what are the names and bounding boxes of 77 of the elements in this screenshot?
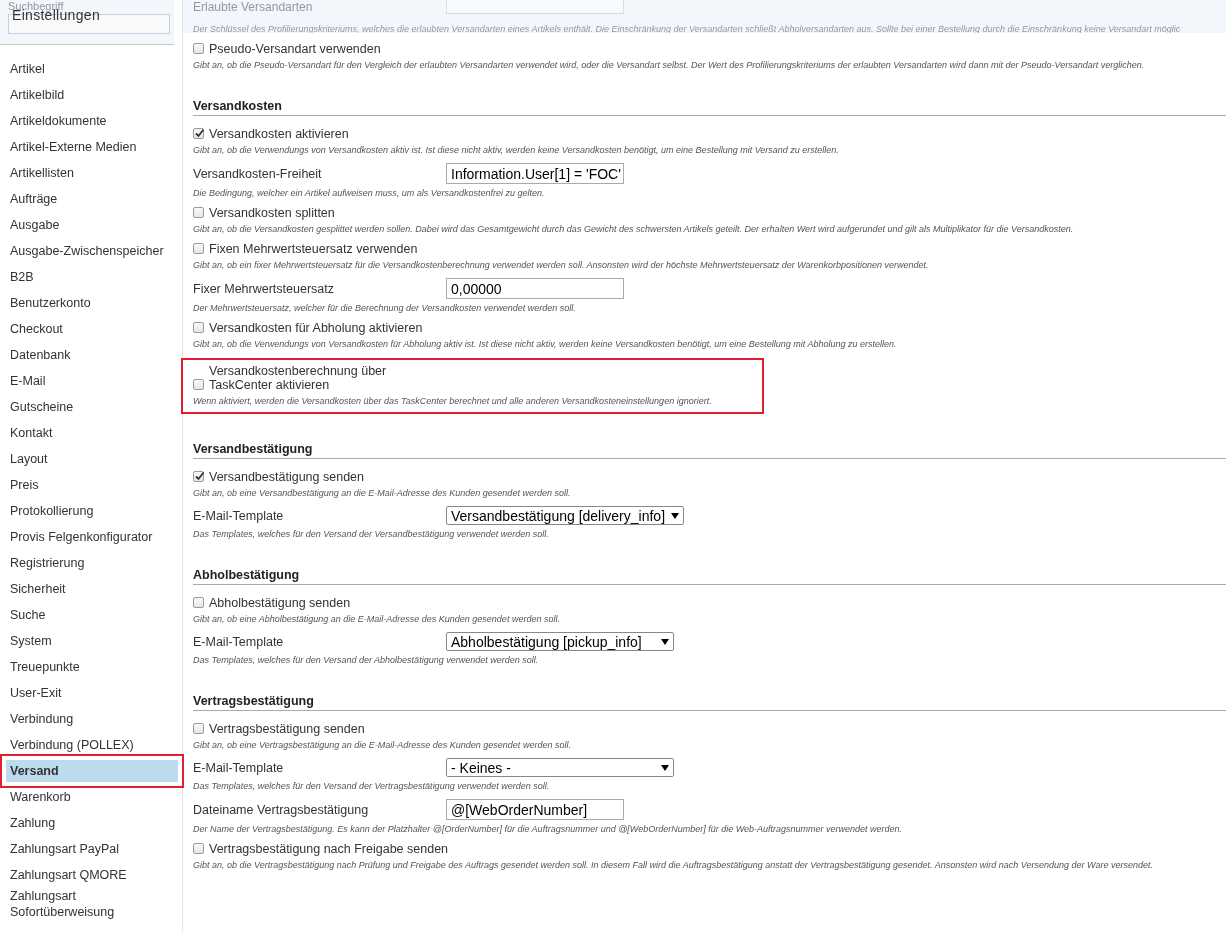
section-heading: Versandbestätigung — [193, 442, 1226, 459]
sidebar-item[interactable]: Zahlung — [6, 810, 178, 836]
setting-description: Der Schlüssel des Profilierungskriteriums, welches die erlaubten Versandarten eines Artikels enthält. Die Einschränkung der Versandarten schließt Abholversandarten aus. Sollte bei einer Bestellung durch die Einschränkung keine Versandart möglic — [193, 24, 1182, 33]
setting-description: Das Templates, welches für den Versand der Versandbestätigung verwendet werden soll. — [193, 529, 550, 539]
checkbox-label: Versandkostenberechnung über TaskCenter aktivieren — [209, 364, 388, 392]
setting-description: Das Templates, welches für den Versand der Vertragsbestätigung verwendet werden soll. — [193, 781, 551, 791]
sidebar-item[interactable]: Treuepunkte — [6, 654, 178, 680]
sidebar-item[interactable]: Ausgabe-Zwischenspeicher — [6, 238, 178, 264]
sidebar-item[interactable]: Verbindung (POLLEX) — [6, 732, 178, 758]
section-heading: Vertragsbestätigung — [193, 694, 1226, 711]
checkbox-label: Vertragsbestätigung senden — [209, 722, 365, 736]
setting-description: Gibt an, ob eine Abholbestätigung an die E-Mail-Adresse des Kunden gesendet werden soll. — [193, 614, 561, 624]
sidebar-item[interactable]: Zahlungsart Sofortüberweisung — [6, 888, 134, 920]
sidebar-item[interactable]: Registrierung — [6, 550, 178, 576]
setting-description: Der Mehrwertsteuersatz, welcher für die Berechnung der Versandkosten verwendet werden soll. — [193, 303, 577, 313]
setting-description: Gibt an, ob ein fixer Mehrwertsteuersatz für die Versandkostenberechnung verwendet werden soll. Ansonsten wird der höchste Mehrwertsteuersatz der Warenkorbpositionen verwendet. — [193, 260, 930, 270]
sidebar-item[interactable]: System — [6, 628, 178, 654]
sidebar-item[interactable]: Artikelbild — [6, 82, 178, 108]
sidebar-item[interactable]: Versand — [6, 760, 178, 782]
setting-description: Gibt an, ob die Versandkosten gesplittet werden sollen. Dabei wird das Gesamtgewicht durch das Gewicht des schwersten Artikels geteilt. Der erhalten Wert wird aufgerundet und gilt als Multiplikator für die Versandkosten. — [193, 224, 1075, 234]
section-heading: Versandkosten — [193, 99, 1226, 116]
sidebar-item[interactable]: Layout — [6, 446, 178, 472]
sidebar-item[interactable]: B2B — [6, 264, 178, 290]
checkbox-label: Versandkosten splitten — [209, 206, 335, 220]
sidebar-item[interactable]: Kontakt — [6, 420, 178, 446]
setting-description: Gibt an, ob die Verwendungs von Versandkosten für Abholung aktiv ist. Ist diese nicht aktiv, werden keine Versandkosten benötigt, um eine Bestellung mit Abholung zu erstellen. — [193, 339, 898, 349]
field-label: E-Mail-Template — [193, 760, 285, 775]
dropdown[interactable]: Abholbestätigung [pickup_info] — [446, 632, 674, 651]
sidebar-item[interactable]: Sicherheit — [6, 576, 178, 602]
field-label: E-Mail-Template — [193, 634, 285, 649]
sidebar-item[interactable]: Artikel-Externe Medien — [6, 134, 178, 160]
checkbox-label: Versandbestätigung senden — [209, 470, 364, 484]
sidebar-item[interactable]: Checkout — [6, 316, 178, 342]
sidebar-item[interactable]: Provis Felgenkonfigurator — [6, 524, 178, 550]
field-label: Fixer Mehrwertsteuersatz — [193, 281, 335, 296]
sidebar-item[interactable]: Verbindung — [6, 706, 178, 732]
input-field[interactable]: 0,00000 — [446, 278, 624, 299]
sidebar-item[interactable]: Artikeldokumente — [6, 108, 178, 134]
checkbox-label: Versandkosten aktivieren — [209, 127, 349, 141]
setting-description: Der Name der Vertragsbestätigung. Es kann der Platzhalter @[OrderNumber] für die Auftragsnummer und @[WebOrderNumber] für die Web-Auftragsnummer verwendet werden. — [193, 824, 904, 834]
sidebar-item[interactable]: Zahlungsart QMORE — [6, 862, 178, 888]
dropdown[interactable]: - Keines - — [446, 758, 674, 777]
sidebar-item[interactable]: Suche — [6, 602, 178, 628]
setting-description: Gibt an, ob eine Versandbestätigung an die E-Mail-Adresse des Kunden gesendet werden soll. — [193, 488, 572, 498]
sidebar-item[interactable]: Preis — [6, 472, 178, 498]
sidebar-item[interactable]: Artikel — [6, 56, 178, 82]
field-label: Versandkosten-Freiheit — [193, 166, 323, 181]
field-label: Dateiname Vertragsbestätigung — [193, 802, 370, 817]
sidebar-item[interactable]: User-Exit — [6, 680, 178, 706]
sidebar-item[interactable]: Warenkorb — [6, 784, 178, 810]
input-field[interactable]: Information.User[1] = 'FOC' — [446, 163, 624, 184]
sidebar-item[interactable]: Zahlungsart PayPal — [6, 836, 178, 862]
setting-description: Wenn aktiviert, werden die Versandkosten über das TaskCenter berechnet und alle anderen Versandkosteneinstellungen ignoriert. — [193, 396, 713, 406]
section-heading: Abholbestätigung — [193, 568, 1226, 585]
sidebar-item[interactable]: Protokollierung — [6, 498, 178, 524]
sidebar-item[interactable]: Ausgabe — [6, 212, 178, 238]
setting-description: Das Templates, welches für den Versand der Abholbestätigung verwendet werden soll. — [193, 655, 540, 665]
setting-description: Gibt an, ob die Pseudo-Versandart für den Vergleich der erlaubten Versandarten verwendet wird, oder die Versandart selbst. Der Wert des Profilierungskriteriums der erlaubten Versandarten wird dann mit der Pseudo-Versandart verglichen. — [193, 60, 1146, 70]
field-label: Erlaubte Versandarten — [193, 0, 314, 14]
checkbox-label: Pseudo-Versandart verwenden — [209, 42, 381, 56]
checkbox-label: Versandkosten für Abholung aktivieren — [209, 321, 423, 335]
field-label: E-Mail-Template — [193, 508, 285, 523]
checkbox-label: Abholbestätigung senden — [209, 596, 351, 610]
setting-description: Gibt an, ob die Vertragsbestätigung nach Prüfung und Freigabe des Auftrags gesendet werden soll. In diesem Fall wird die Auftragsbestätigung anstatt der Vertragsbestätigung gesendet. Ansonsten wird nach Versendung der Ware versendet. — [193, 860, 1154, 870]
dropdown[interactable]: Versandbestätigung [delivery_info] — [446, 506, 685, 525]
input-field[interactable]: @[WebOrderNumber] — [446, 799, 624, 820]
setting-description: Gibt an, ob die Verwendungs von Versandkosten aktiv ist. Ist diese nicht aktiv, werden keine Versandkosten benötigt, um eine Bestellung mit Versand zu erstellen. — [193, 145, 840, 155]
setting-description: Gibt an, ob eine Vertragsbestätigung an die E-Mail-Adresse des Kunden gesendet werden soll. — [193, 740, 572, 750]
sidebar-item[interactable]: Gutscheine — [6, 394, 178, 420]
sidebar-item[interactable]: Benutzerkonto — [6, 290, 178, 316]
setting-description: Die Bedingung, welcher ein Artikel aufweisen muss, um als Versandkostenfrei zu gelten. — [193, 188, 546, 198]
checkbox-label: Vertragsbestätigung nach Freigabe senden — [209, 842, 449, 856]
sidebar-item[interactable]: Aufträge — [6, 186, 178, 212]
sidebar-item[interactable]: Datenbank — [6, 342, 178, 368]
checkbox-label: Fixen Mehrwertsteuersatz verwenden — [209, 242, 418, 256]
sidebar-item[interactable]: E-Mail — [6, 368, 178, 394]
sidebar-item[interactable]: Artikellisten — [6, 160, 178, 186]
